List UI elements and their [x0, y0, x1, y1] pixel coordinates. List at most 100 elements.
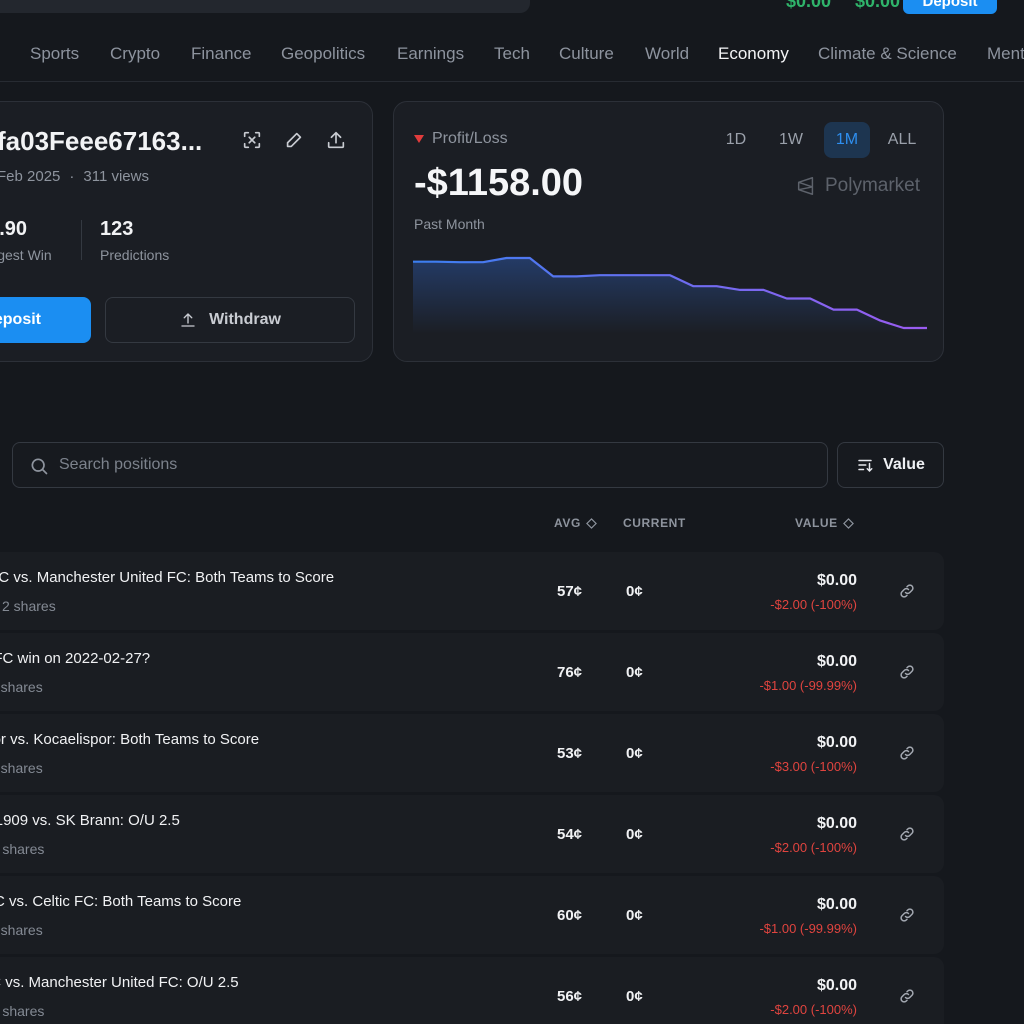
- profit-loss-period: Past Month: [414, 216, 485, 232]
- portfolio-balance: $0.00: [786, 0, 832, 11]
- position-current: 0¢: [626, 907, 643, 924]
- position-shares: 2 shares: [2, 598, 56, 614]
- position-avg: 60¢: [557, 907, 583, 924]
- position-row[interactable]: Rangers FC vs. Celtic FC: Both Teams to …: [0, 876, 944, 954]
- search-icon: [31, 458, 48, 475]
- position-avg: 57¢: [557, 583, 583, 600]
- biggest-win-value: $4.90: [0, 218, 28, 240]
- link-icon[interactable]: [898, 906, 916, 924]
- cash-balance: $0.00: [855, 0, 901, 11]
- link-icon[interactable]: [898, 987, 916, 1005]
- position-value: $0.00: [816, 653, 857, 670]
- profit-loss-card: Profit/Loss 1D 1W 1M ALL -$1158.00 Polym…: [393, 101, 944, 362]
- profit-loss-value: -$1158.00: [414, 162, 584, 204]
- column-avg-label: AVG: [554, 516, 581, 530]
- position-value: $0.00: [816, 734, 857, 751]
- position-title[interactable]: Chelsea FC vs. Manchester United FC: Bot…: [0, 569, 334, 586]
- position-row[interactable]: Chelsea FC vs. Manchester United FC: Bot…: [0, 552, 944, 630]
- joined-date: Feb 2025: [0, 168, 61, 185]
- column-header-value[interactable]: VALUE: [795, 516, 854, 530]
- top-search-bar[interactable]: [0, 0, 530, 13]
- nav-item-finance[interactable]: Finance: [191, 44, 251, 64]
- nav-item-crypto[interactable]: Crypto: [110, 44, 160, 64]
- sort-value-button[interactable]: Value: [837, 442, 944, 488]
- range-tab-all[interactable]: ALL: [880, 122, 924, 158]
- position-shares: 3 shares: [0, 760, 43, 776]
- position-row[interactable]: Sandefjord 1909 vs. SK Brann: O/U 2.5 2.…: [0, 795, 944, 873]
- position-value: $0.00: [816, 977, 857, 994]
- edit-pencil-icon[interactable]: [283, 129, 305, 151]
- polymarket-logo-icon: [797, 177, 814, 195]
- nav-item-earnings[interactable]: Earnings: [397, 44, 464, 64]
- withdraw-button[interactable]: Withdraw: [105, 297, 355, 343]
- search-positions-field[interactable]: [12, 442, 828, 488]
- column-header-avg[interactable]: AVG: [554, 516, 597, 530]
- position-value: $0.00: [816, 896, 857, 913]
- range-tab-1m[interactable]: 1M: [824, 122, 870, 158]
- position-title[interactable]: Fenerbahçe Spor vs. Kocaelispor: Both Te…: [0, 731, 259, 748]
- position-row[interactable]: Will Liverpool FC win on 2022-02-27? 1 s…: [0, 633, 944, 711]
- position-title[interactable]: Will Liverpool FC win on 2022-02-27?: [0, 650, 150, 667]
- nav-item-tech[interactable]: Tech: [494, 44, 530, 64]
- position-current: 0¢: [626, 664, 643, 681]
- search-positions-input[interactable]: [59, 443, 799, 487]
- polymarket-brand: Polymarket: [795, 175, 920, 197]
- down-triangle-icon: [414, 135, 424, 143]
- deposit-button-label: Deposit: [0, 311, 41, 328]
- nav-item-economy[interactable]: Economy: [718, 44, 789, 64]
- position-change: -$1.00 (-99.99%): [759, 921, 857, 936]
- sort-icon: [858, 459, 873, 473]
- column-value-label: VALUE: [795, 516, 838, 530]
- position-shares: 1 shares: [0, 922, 43, 938]
- nav-item-mentions[interactable]: Mentions: [987, 44, 1024, 64]
- position-avg: 54¢: [557, 826, 583, 843]
- position-row[interactable]: Arsenal FC vs. Manchester United FC: O/U…: [0, 957, 944, 1024]
- position-change: -$2.00 (-100%): [770, 1002, 857, 1017]
- profile-name: fa03Feee67163...: [0, 126, 203, 156]
- nav-item-culture[interactable]: Culture: [559, 44, 614, 64]
- qr-code-icon[interactable]: [241, 129, 263, 151]
- position-change: -$2.00 (-100%): [770, 597, 857, 612]
- sort-value-label: Value: [883, 456, 925, 473]
- profit-loss-chart: [413, 256, 927, 334]
- position-value: $0.00: [816, 815, 857, 832]
- header-deposit-button[interactable]: Deposit: [903, 0, 997, 14]
- position-avg: 76¢: [557, 664, 583, 681]
- column-header-current: CURRENT: [623, 516, 686, 530]
- polymarket-brand-label: Polymarket: [825, 175, 921, 196]
- position-title[interactable]: Arsenal FC vs. Manchester United FC: O/U…: [0, 974, 239, 991]
- position-shares: 3.6 shares: [0, 1003, 45, 1019]
- profit-loss-header: Profit/Loss: [414, 130, 508, 148]
- position-row[interactable]: Fenerbahçe Spor vs. Kocaelispor: Both Te…: [0, 714, 944, 792]
- stat-divider: [81, 220, 82, 260]
- position-current: 0¢: [626, 745, 643, 762]
- biggest-win-label: Biggest Win: [0, 247, 52, 263]
- nav-item-sports[interactable]: Sports: [30, 44, 79, 64]
- range-tab-1w[interactable]: 1W: [770, 122, 812, 158]
- sort-diamond-icon: [842, 517, 854, 529]
- share-upload-icon[interactable]: [325, 129, 347, 151]
- views-count: 311 views: [83, 168, 149, 185]
- nav-item-climate-science[interactable]: Climate & Science: [818, 44, 957, 64]
- nav-item-world[interactable]: World: [645, 44, 689, 64]
- sort-diamond-icon: [585, 517, 597, 529]
- position-avg: 56¢: [557, 988, 583, 1005]
- profile-meta: Feb 2025 · 311 views: [0, 168, 149, 185]
- range-tab-1d[interactable]: 1D: [716, 122, 756, 158]
- position-title[interactable]: Sandefjord 1909 vs. SK Brann: O/U 2.5: [0, 812, 180, 829]
- position-current: 0¢: [626, 826, 643, 843]
- nav-item-geopolitics[interactable]: Geopolitics: [281, 44, 365, 64]
- link-icon[interactable]: [898, 744, 916, 762]
- position-value: $0.00: [816, 572, 857, 589]
- link-icon[interactable]: [898, 582, 916, 600]
- withdraw-button-label: Withdraw: [209, 311, 281, 328]
- link-icon[interactable]: [898, 825, 916, 843]
- position-change: -$3.00 (-100%): [770, 759, 857, 774]
- link-icon[interactable]: [898, 663, 916, 681]
- deposit-button[interactable]: Deposit: [0, 297, 91, 343]
- upload-arrow-icon: [181, 313, 195, 327]
- position-title[interactable]: Rangers FC vs. Celtic FC: Both Teams to …: [0, 893, 241, 910]
- position-shares: 1 shares: [0, 679, 43, 695]
- category-nav: s Sports Crypto Finance Geopolitics Earn…: [0, 36, 1024, 82]
- position-avg: 53¢: [557, 745, 583, 762]
